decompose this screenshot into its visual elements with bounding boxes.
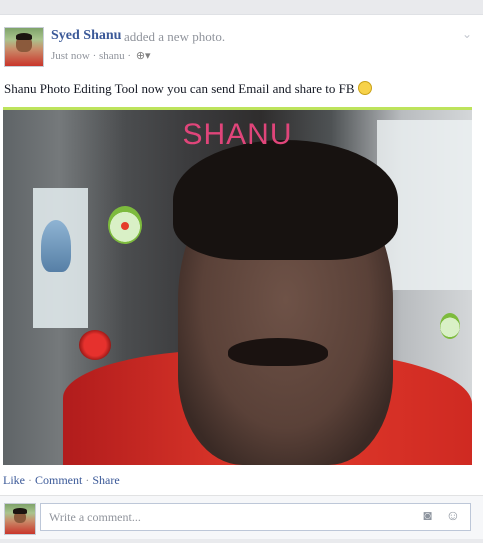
post-actions: Like · Comment · Share	[3, 473, 120, 488]
chevron-down-icon[interactable]: ⌄	[462, 27, 472, 42]
share-link[interactable]: Share	[92, 473, 119, 487]
clown-sticker-icon	[108, 206, 142, 244]
smile-emoji-icon	[357, 81, 372, 95]
post-photo[interactable]: SHANU	[3, 107, 472, 465]
commenter-avatar	[4, 503, 36, 535]
like-link[interactable]: Like	[3, 473, 25, 487]
post-action-text: added a new photo.	[124, 29, 226, 44]
meta-separator: ·	[92, 50, 97, 62]
actions-separator: ·	[28, 473, 32, 487]
globe-icon[interactable]: ⊕▾	[136, 49, 151, 62]
dolphin-sticker-icon	[41, 220, 71, 272]
post-timestamp[interactable]: Just now	[51, 50, 90, 62]
post-meta: Just now · shanu · ⊕▾	[51, 49, 151, 62]
comment-box: Write a comment... ◙ ☺	[0, 495, 483, 539]
photo-mustache	[228, 338, 328, 366]
meta-separator: ·	[127, 50, 132, 62]
clown-sticker-icon	[440, 313, 460, 339]
status-text: Shanu Photo Editing Tool now you can sen…	[4, 81, 372, 97]
author-name[interactable]: Syed Shanu	[51, 28, 121, 44]
comment-placeholder: Write a comment...	[49, 510, 141, 524]
actions-separator: ·	[85, 473, 90, 487]
post-location[interactable]: shanu	[99, 50, 125, 62]
comment-input[interactable]: Write a comment... ◙ ☺	[40, 503, 471, 531]
comment-link[interactable]: Comment	[35, 473, 82, 487]
photo-watermark: SHANU	[182, 118, 293, 151]
status-message: Shanu Photo Editing Tool now you can sen…	[4, 81, 355, 96]
emoji-icon[interactable]: ☺	[446, 509, 460, 525]
camera-icon[interactable]: ◙	[424, 509, 432, 525]
rose-sticker-icon	[79, 330, 111, 360]
post-card: Syed Shanu added a new photo. Just now ·…	[0, 14, 483, 539]
photo-hair	[173, 140, 398, 260]
author-avatar[interactable]	[4, 27, 44, 67]
